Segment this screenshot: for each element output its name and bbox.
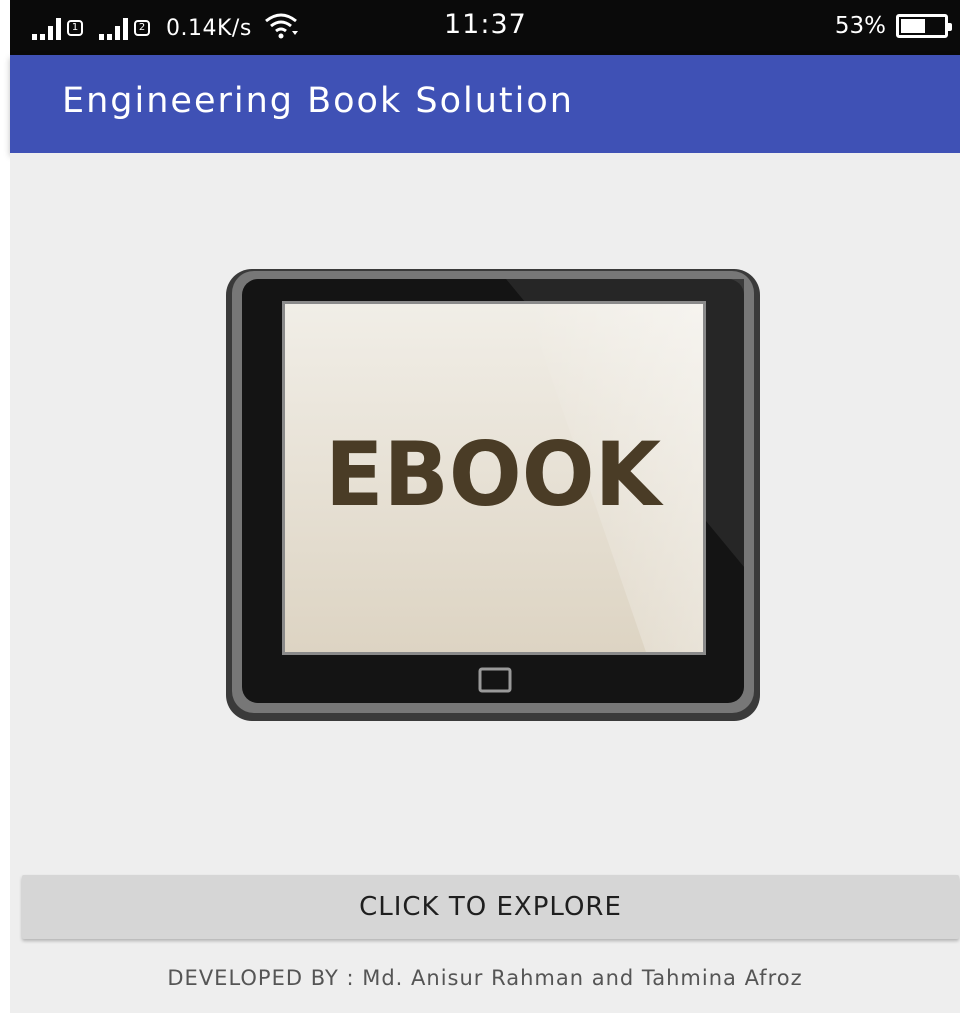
explore-button[interactable]: CLICK TO EXPLORE	[22, 875, 959, 939]
status-left-group: 1 2 0.14K/s	[32, 10, 298, 46]
battery-percent: 53%	[834, 13, 886, 39]
app-bar: Engineering Book Solution	[10, 55, 960, 153]
network-speed: 0.14K/s	[166, 15, 252, 41]
main-content: EBOOK CLICK TO EXPLORE DEVELOPED BY : Md…	[10, 153, 960, 1013]
ebook-screen-text: EBOOK	[325, 423, 664, 526]
app-title: Engineering Book Solution	[62, 81, 574, 121]
battery-group: 53%	[834, 13, 952, 39]
signal-icon	[32, 16, 61, 40]
battery-icon	[896, 14, 952, 38]
wifi-icon	[264, 12, 298, 44]
developer-credit: DEVELOPED BY : Md. Anisur Rahman and Tah…	[167, 966, 803, 990]
sim2-badge: 2	[134, 20, 150, 36]
sim1-badge: 1	[67, 20, 83, 36]
ebook-tablet-image: EBOOK	[226, 269, 760, 721]
signal-icon	[99, 16, 128, 40]
status-bar: 1 2 0.14K/s 11:37 53%	[10, 0, 960, 55]
status-clock: 11:37	[444, 9, 527, 40]
